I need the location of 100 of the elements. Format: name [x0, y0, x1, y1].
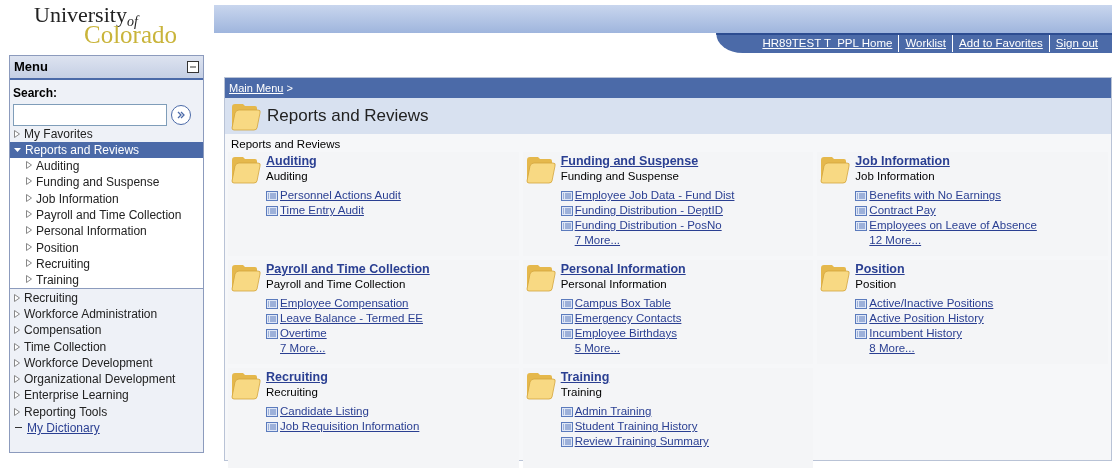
search-label: Search: — [12, 84, 59, 102]
menu-item[interactable]: Reports and Reviews — [10, 141, 203, 159]
more-link[interactable]: 7 More... — [280, 342, 326, 354]
menu-link[interactable]: My Dictionary — [10, 419, 203, 437]
report-link[interactable]: Overtime — [280, 326, 327, 341]
header-link[interactable]: Add to Favorites — [952, 34, 1049, 53]
search-field[interactable] — [13, 103, 167, 126]
category-description: Auditing — [266, 169, 309, 184]
folder-icon — [820, 262, 851, 292]
more-link[interactable]: 12 More... — [869, 234, 922, 246]
menu-item[interactable]: Reporting Tools — [10, 403, 203, 420]
report-link[interactable]: Admin Training — [574, 404, 652, 419]
breadcrumb-separator: > — [286, 81, 293, 96]
list-icon — [266, 406, 278, 417]
list-icon — [560, 436, 573, 447]
menu-item[interactable]: Organizational Development — [10, 370, 203, 388]
category-link[interactable]: Funding and Suspense — [560, 154, 699, 168]
double-chevron-icon — [176, 110, 186, 121]
report-link[interactable]: Review Training Summary — [574, 434, 709, 449]
report-link[interactable]: Personnel Actions Audit — [280, 188, 401, 203]
folder-icon — [231, 262, 261, 292]
menu-item[interactable]: Personal Information — [10, 223, 203, 240]
more-link[interactable]: 5 More... — [574, 342, 621, 354]
list-icon — [266, 421, 278, 432]
report-link[interactable]: Active Position History — [869, 311, 984, 326]
search-go-button[interactable] — [171, 104, 191, 125]
university-logo: University$_{of}$ Colorado — [33, 1, 179, 50]
menu-item[interactable]: Job Information — [10, 190, 203, 207]
category-description: Funding and Suspense — [560, 169, 680, 184]
list-icon — [855, 298, 868, 309]
report-link[interactable]: Incumbent History — [869, 326, 962, 341]
list-icon — [855, 313, 868, 324]
folder-icon — [231, 101, 261, 131]
report-link[interactable]: Employee Job Data - Fund Dist — [574, 188, 735, 203]
list-icon — [560, 328, 573, 339]
category-description: Recruiting — [266, 385, 319, 400]
header-link[interactable]: Sign out — [1048, 34, 1104, 53]
list-icon — [560, 220, 573, 231]
list-icon — [560, 421, 573, 432]
list-icon — [266, 313, 278, 324]
report-link[interactable]: Contract Pay — [869, 203, 936, 218]
menu-item[interactable]: Training — [10, 272, 203, 289]
category-link[interactable]: Auditing — [266, 154, 317, 168]
list-icon — [266, 298, 278, 309]
expanded-triangle-icon — [13, 145, 22, 154]
category-description: Training — [560, 385, 603, 400]
report-link[interactable]: Time Entry Audit — [280, 203, 364, 218]
more-link[interactable]: 7 More... — [574, 234, 621, 246]
category-link[interactable]: Recruiting — [266, 370, 328, 384]
list-icon — [855, 328, 868, 339]
menu-item[interactable]: Compensation — [10, 322, 203, 339]
list-icon — [560, 190, 573, 201]
report-link[interactable]: Student Training History — [574, 419, 698, 434]
list-icon — [855, 205, 868, 216]
report-link[interactable]: Employee Compensation — [280, 296, 409, 311]
report-link[interactable]: Funding Distribution - PosNo — [574, 218, 722, 233]
menu-item[interactable]: My Favorites — [10, 125, 203, 142]
menu-item[interactable]: Recruiting — [10, 255, 203, 273]
header-link[interactable]: Worklist — [898, 34, 953, 53]
menu-item[interactable]: Workforce Development — [10, 354, 203, 371]
breadcrumb-link[interactable]: Main Menu — [229, 80, 284, 96]
menu-item[interactable]: Recruiting — [10, 289, 203, 306]
menu-item[interactable]: Funding and Suspense — [10, 174, 203, 191]
menu-item[interactable]: Payroll and Time Collection — [10, 207, 203, 224]
page-title: Reports and Reviews — [267, 105, 429, 128]
list-icon — [560, 298, 573, 309]
report-link[interactable]: Employee Birthdays — [574, 326, 677, 341]
folder-icon — [525, 262, 556, 292]
report-link[interactable]: Leave Balance - Termed EE — [280, 311, 423, 326]
category-link[interactable]: Training — [560, 370, 610, 384]
report-link[interactable]: Campus Box Table — [574, 296, 671, 311]
report-link[interactable]: Funding Distribution - DeptID — [574, 203, 723, 218]
collapse-button[interactable] — [187, 60, 199, 73]
list-icon — [855, 220, 868, 231]
report-link[interactable]: Job Requisition Information — [280, 419, 420, 434]
category-link[interactable]: Personal Information — [560, 262, 686, 276]
list-icon — [266, 190, 278, 201]
menu-title: Menu — [14, 58, 48, 76]
list-icon — [266, 205, 278, 216]
category-link[interactable]: Payroll and Time Collection — [266, 262, 430, 276]
report-link[interactable]: Employees on Leave of Absence — [869, 218, 1037, 233]
menu-item[interactable]: Enterprise Learning — [10, 387, 203, 404]
more-link[interactable]: 8 More... — [869, 342, 915, 354]
category-description: Position — [855, 277, 898, 292]
list-icon — [855, 190, 868, 201]
report-link[interactable]: Benefits with No Earnings — [869, 188, 1001, 203]
header-link[interactable]: HR89TEST T PPL Home — [756, 34, 899, 53]
menu-item[interactable]: Position — [10, 239, 203, 256]
category-link[interactable]: Job Information — [855, 154, 950, 168]
list-icon — [266, 328, 278, 339]
folder-icon — [525, 370, 556, 400]
menu-item[interactable]: Auditing — [10, 158, 203, 175]
category-link[interactable]: Position — [855, 262, 905, 276]
menu-item[interactable]: Time Collection — [10, 338, 203, 355]
report-link[interactable]: Candidate Listing — [280, 404, 369, 419]
menu-item[interactable]: Workforce Administration — [10, 305, 203, 323]
report-link[interactable]: Active/Inactive Positions — [869, 296, 994, 311]
category-description: Job Information — [855, 169, 936, 184]
category-description: Payroll and Time Collection — [266, 277, 407, 292]
report-link[interactable]: Emergency Contacts — [574, 311, 682, 326]
